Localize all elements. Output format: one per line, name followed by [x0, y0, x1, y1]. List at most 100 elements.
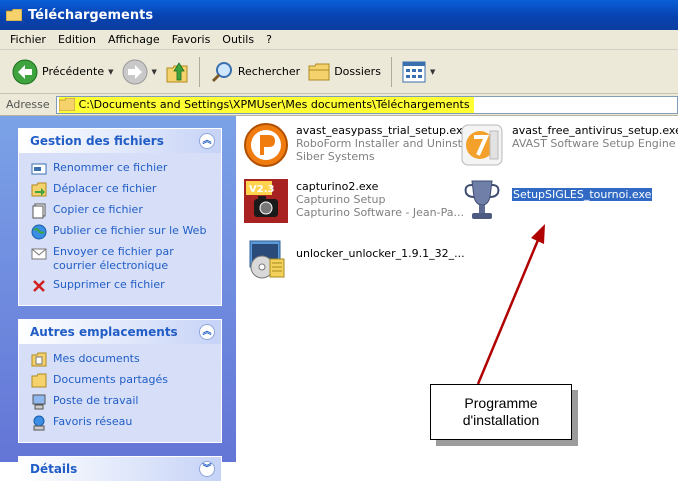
details-title: Détails: [30, 462, 78, 476]
folders-label: Dossiers: [334, 65, 381, 78]
file-name: capturino2.exe: [296, 180, 379, 193]
delete-icon: [31, 278, 47, 294]
network-icon: [31, 415, 47, 431]
address-path: C:\Documents and Settings\XPMUser\Mes do…: [78, 98, 470, 111]
roboform-icon: [242, 121, 290, 169]
task-label: Déplacer ce fichier: [53, 182, 157, 195]
file-description: Capturino Setup: [296, 193, 386, 206]
file-item[interactable]: avast_easypass_trial_setup.exe RoboForm …: [242, 121, 472, 169]
task-label: Renommer ce fichier: [53, 161, 168, 174]
capturino-icon: V2.3: [242, 177, 290, 225]
forward-button[interactable]: ▼: [118, 54, 161, 90]
menu-affichage[interactable]: Affichage: [102, 33, 166, 46]
task-email[interactable]: Envoyer ce fichier par courrier électron…: [31, 245, 215, 273]
views-button[interactable]: ▼: [398, 54, 439, 90]
file-company: Capturino Software - Jean-Pa...: [296, 206, 464, 219]
toolbar-separator: [198, 56, 200, 87]
file-description: AVAST Software Setup Engine: [512, 137, 676, 150]
rename-icon: [31, 161, 47, 177]
address-field[interactable]: C:\Documents and Settings\XPMUser\Mes do…: [55, 95, 678, 114]
window-title: Téléchargements: [28, 7, 154, 23]
other-places-title: Autres emplacements: [30, 325, 178, 339]
search-label: Rechercher: [237, 65, 301, 78]
task-copy[interactable]: Copier ce fichier: [31, 203, 215, 219]
computer-icon: [31, 394, 47, 410]
file-item[interactable]: avast_free_antivirus_setup.exe AVAST Sof…: [458, 121, 678, 169]
file-description: RoboForm Installer and Uninst...: [296, 137, 473, 150]
copy-icon: [31, 203, 47, 219]
address-label: Adresse: [6, 98, 50, 111]
folder-icon: [6, 9, 22, 21]
place-label: Documents partagés: [53, 373, 168, 386]
collapse-icon[interactable]: ︽: [199, 324, 215, 340]
place-label: Mes documents: [53, 352, 140, 365]
back-arrow-icon: [12, 59, 38, 84]
place-label: Poste de travail: [53, 394, 139, 407]
expand-icon[interactable]: ︾: [199, 461, 215, 477]
svg-text:V2.3: V2.3: [249, 184, 274, 195]
trophy-icon: [458, 177, 506, 225]
forward-arrow-icon: [122, 59, 147, 84]
task-label: Envoyer ce fichier par courrier électron…: [53, 245, 174, 272]
back-dropdown-icon[interactable]: ▼: [108, 68, 113, 76]
collapse-icon[interactable]: ︽: [199, 133, 215, 149]
place-shared-documents[interactable]: Documents partagés: [31, 373, 215, 389]
details-header[interactable]: Détails ︾: [19, 457, 221, 481]
callout-line2: d'installation: [462, 412, 540, 428]
views-dropdown-icon[interactable]: ▼: [430, 68, 435, 76]
file-company: Siber Systems: [296, 150, 375, 163]
toolbar: Précédente ▼ ▼ Rechercher Dossiers ▼: [0, 50, 678, 94]
avast-icon: [458, 121, 506, 169]
up-folder-icon: [166, 61, 188, 82]
file-tasks-title: Gestion des fichiers: [30, 134, 164, 148]
place-my-computer[interactable]: Poste de travail: [31, 394, 215, 410]
search-button[interactable]: Rechercher: [206, 54, 304, 90]
task-label: Copier ce fichier: [53, 203, 143, 216]
installer-icon: [242, 233, 290, 281]
task-delete[interactable]: Supprimer ce fichier: [31, 278, 215, 294]
title-bar[interactable]: Téléchargements: [0, 0, 678, 30]
address-bar: Adresse C:\Documents and Settings\XPMUse…: [0, 94, 678, 116]
views-icon: [402, 61, 426, 82]
back-label: Précédente: [42, 65, 105, 78]
task-label: Supprimer ce fichier: [53, 278, 165, 291]
callout-box: Programme d'installation: [430, 384, 572, 440]
details-panel: Détails ︾: [18, 456, 222, 482]
menu-edition[interactable]: Edition: [52, 33, 102, 46]
task-move[interactable]: Déplacer ce fichier: [31, 182, 215, 198]
task-label: Publier ce fichier sur le Web: [53, 224, 207, 237]
menu-outils[interactable]: Outils: [216, 33, 260, 46]
place-my-documents[interactable]: Mes documents: [31, 352, 215, 368]
search-icon: [211, 61, 232, 82]
folders-button[interactable]: Dossiers: [304, 54, 385, 90]
annotation-callout: Programme d'installation: [430, 384, 578, 446]
email-icon: [31, 245, 47, 261]
place-network[interactable]: Favoris réseau: [31, 415, 215, 431]
file-name: avast_free_antivirus_setup.exe: [512, 124, 678, 137]
other-places-panel: Autres emplacements ︽ Mes documents Docu…: [18, 319, 222, 443]
file-name: unlocker_unlocker_1.9.1_32_...: [296, 247, 465, 260]
shared-folder-icon: [31, 373, 47, 389]
up-folder-button[interactable]: [161, 54, 193, 90]
other-places-header[interactable]: Autres emplacements ︽: [19, 320, 221, 344]
callout-line1: Programme: [464, 395, 538, 411]
forward-dropdown-icon[interactable]: ▼: [152, 68, 157, 76]
place-label: Favoris réseau: [53, 415, 133, 428]
back-button[interactable]: Précédente ▼: [8, 54, 118, 90]
task-publish[interactable]: Publier ce fichier sur le Web: [31, 224, 215, 240]
menu-bar: Fichier Edition Affichage Favoris Outils…: [0, 30, 678, 50]
file-name: avast_easypass_trial_setup.exe: [296, 124, 469, 137]
file-tasks-header[interactable]: Gestion des fichiers ︽: [19, 129, 221, 153]
file-name: SetupSIGLES_tournoi.exe: [510, 187, 654, 202]
file-item-selected[interactable]: SetupSIGLES_tournoi.exe: [458, 177, 654, 225]
file-tasks-panel: Gestion des fichiers ︽ Renommer ce fichi…: [18, 128, 222, 306]
menu-fichier[interactable]: Fichier: [4, 33, 52, 46]
task-pane: Gestion des fichiers ︽ Renommer ce fichi…: [0, 116, 236, 482]
file-item[interactable]: V2.3 capturino2.exe Capturino Setup Capt…: [242, 177, 464, 225]
file-item[interactable]: unlocker_unlocker_1.9.1_32_...: [242, 233, 465, 281]
folder-icon: [58, 98, 75, 111]
menu-help[interactable]: ?: [260, 33, 278, 46]
task-rename[interactable]: Renommer ce fichier: [31, 161, 215, 177]
globe-icon: [31, 224, 47, 240]
menu-favoris[interactable]: Favoris: [166, 33, 217, 46]
